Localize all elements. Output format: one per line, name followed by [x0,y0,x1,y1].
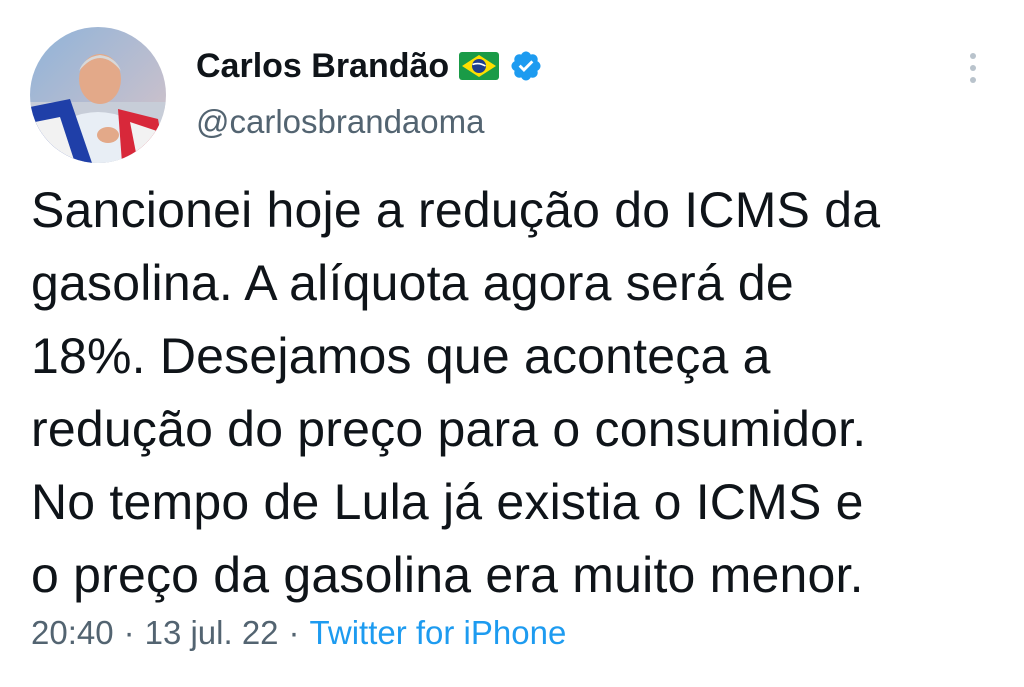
more-vertical-icon [970,53,976,59]
more-options-button[interactable] [958,48,988,88]
more-vertical-icon-dot [970,65,976,71]
verified-badge-icon [509,49,543,83]
tweet-date[interactable]: 13 jul. 22 [145,614,279,652]
display-name[interactable]: Carlos Brandão [196,47,449,86]
tweet-card: Carlos Brandão @carlosbrandaoma Sancione… [0,0,1024,687]
tweet-time[interactable]: 20:40 [31,614,114,652]
tweet-source-link[interactable]: Twitter for iPhone [310,614,567,652]
avatar[interactable] [30,27,166,163]
meta-separator: · [123,614,135,651]
author-row: Carlos Brandão [196,44,543,88]
user-handle[interactable]: @carlosbrandaoma [196,103,484,141]
more-vertical-icon-dot [970,77,976,83]
tweet-text: Sancionei hoje a redução do ICMS da gaso… [31,182,881,603]
meta-separator: · [288,614,300,651]
brazil-flag-icon [459,52,500,80]
tweet-meta: 20:40 · 13 jul. 22 · Twitter for iPhone [31,614,566,652]
